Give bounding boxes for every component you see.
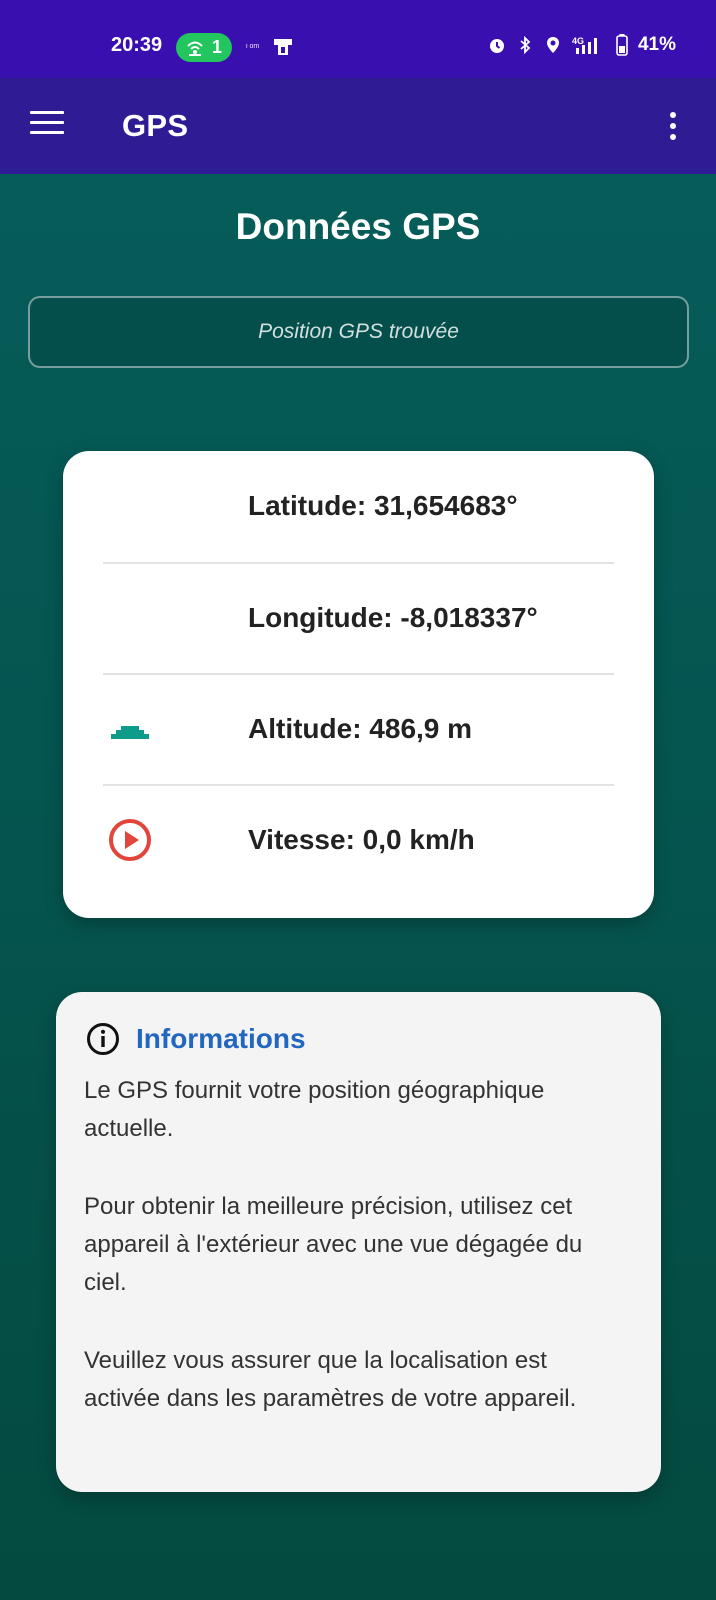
latitude-value: Latitude: 31,654683° [248, 490, 518, 521]
app-title: GPS [122, 108, 189, 143]
hamburger-menu-icon[interactable] [30, 111, 64, 137]
bluetooth-icon [520, 36, 531, 54]
speed-value: Vitesse: 0,0 km/h [248, 824, 475, 855]
hotspot-count: 1 [211, 37, 222, 57]
gps-status-text: Position GPS trouvée [258, 320, 459, 343]
longitude-row: Longitude: -8,018337° [103, 563, 614, 673]
info-title: Informations [136, 1023, 306, 1054]
battery-percent: 41% [637, 34, 676, 55]
hotspot-icon [187, 41, 203, 56]
hotspot-pill: 1 [176, 33, 232, 62]
longitude-value: Longitude: -8,018337° [248, 602, 538, 633]
svg-text:4G: 4G [572, 36, 584, 46]
page-title: Données GPS [235, 206, 481, 247]
speed-play-icon [109, 819, 151, 861]
info-card: Informations Le GPS fournit votre positi… [56, 992, 661, 1492]
terrain-icon [111, 726, 149, 739]
info-icon [87, 1023, 119, 1055]
nfc-icon [274, 39, 292, 55]
latitude-row: Latitude: 31,654683° [103, 451, 614, 561]
altitude-row: Altitude: 486,9 m [103, 674, 614, 784]
signal-icon: 4G [572, 36, 597, 54]
battery-icon [616, 34, 628, 56]
info-paragraph-3: Veuillez vous assurer que la localisatio… [84, 1347, 577, 1412]
location-icon [546, 37, 559, 53]
info-paragraph-1: Le GPS fournit votre position géographiq… [84, 1077, 545, 1142]
alarm-icon [489, 39, 504, 53]
status-time: 20:39 [111, 34, 163, 56]
gps-data-card: Latitude: 31,654683° Longitude: -8,01833… [63, 451, 654, 918]
more-vert-icon[interactable] [668, 112, 678, 142]
altitude-value: Altitude: 486,9 m [248, 713, 473, 744]
info-header: Informations [86, 1022, 306, 1056]
status-small-text: i om [246, 43, 260, 50]
status-bar: 20:39 1 i om 4G 41% [0, 0, 716, 78]
info-paragraph-2: Pour obtenir la meilleure précision, uti… [84, 1193, 583, 1296]
app-bar: GPS [0, 78, 716, 174]
speed-row: Vitesse: 0,0 km/h [103, 785, 614, 895]
status-right-group: 4G 41% [488, 34, 676, 56]
gps-status-box: Position GPS trouvée [28, 296, 689, 368]
